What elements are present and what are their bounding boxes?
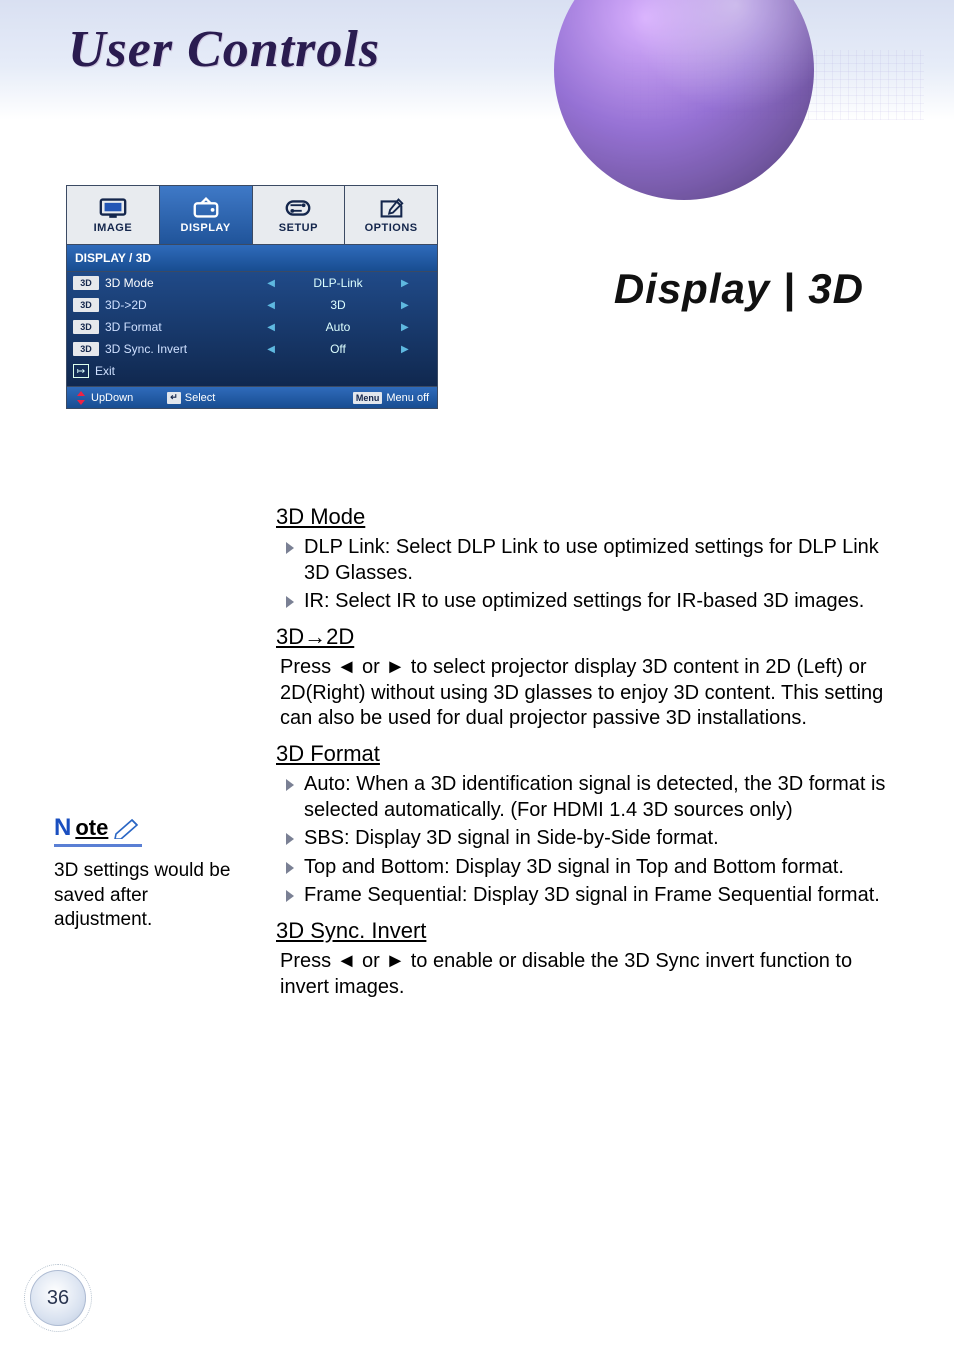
note-heading: Note — [54, 814, 142, 847]
osd-row-label: 3D Mode — [105, 276, 245, 290]
right-arrow-icon[interactable]: ▶ — [401, 322, 409, 333]
list-item: Frame Sequential: Display 3D signal in F… — [286, 883, 888, 909]
footer-updown-label: UpDown — [91, 392, 133, 404]
enter-key-icon: ↵ — [167, 392, 181, 404]
tag-3d-icon: 3D — [73, 276, 99, 290]
document-body: 3D Mode DLP Link: Select DLP Link to use… — [258, 495, 888, 1008]
osd-tab-label: IMAGE — [94, 222, 133, 234]
tag-3d-icon: 3D — [73, 320, 99, 334]
osd-tab-label: DISPLAY — [181, 222, 231, 234]
osd-row-3d-2d[interactable]: 3D 3D->2D ◀ 3D ▶ — [67, 294, 437, 316]
osd-breadcrumb: DISPLAY / 3D — [66, 245, 438, 272]
list-item: Auto: When a 3D identification signal is… — [286, 772, 888, 823]
osd-tab-display[interactable]: DISPLAY — [160, 186, 253, 244]
tag-3d-icon: 3D — [73, 298, 99, 312]
osd-row-label: Exit — [95, 364, 235, 378]
heading-3d-to-2d: 3D→2D — [276, 623, 888, 651]
menu-key-icon: Menu — [353, 392, 383, 404]
section-title: Display | 3D — [614, 265, 864, 313]
osd-footer: UpDown ↵ Select Menu Menu off — [66, 387, 438, 409]
osd-row-value: 3D — [303, 298, 373, 312]
osd-row-3d-format[interactable]: 3D 3D Format ◀ Auto ▶ — [67, 316, 437, 338]
note-body-text: 3D settings would be saved after adjustm… — [54, 859, 234, 933]
note-sidebar: Note 3D settings would be saved after ad… — [54, 814, 234, 933]
heading-3d-format: 3D Format — [276, 740, 888, 768]
osd-row-3d-sync-invert[interactable]: 3D 3D Sync. Invert ◀ Off ▶ — [67, 338, 437, 360]
list-item: SBS: Display 3D signal in Side-by-Side f… — [286, 826, 888, 852]
osd-row-value: Auto — [303, 320, 373, 334]
updown-icon — [75, 392, 87, 404]
list-item: DLP Link: Select DLP Link to use optimiz… — [286, 535, 888, 586]
list-item: IR: Select IR to use optimized settings … — [286, 589, 888, 615]
footer-select-label: Select — [185, 392, 216, 404]
list-item: Top and Bottom: Display 3D signal in Top… — [286, 855, 888, 881]
osd-row-exit[interactable]: ↦ Exit — [67, 360, 437, 382]
left-arrow-icon[interactable]: ◀ — [267, 344, 275, 355]
osd-tab-bar: IMAGE DISPLAY SETUP OPTIONS — [66, 185, 438, 245]
osd-tab-setup[interactable]: SETUP — [253, 186, 346, 244]
notepad-icon — [376, 196, 406, 220]
osd-tab-image[interactable]: IMAGE — [67, 186, 160, 244]
note-letters-ote: ote — [75, 815, 108, 841]
osd-row-label: 3D Sync. Invert — [105, 342, 245, 356]
left-arrow-icon[interactable]: ◀ — [267, 300, 275, 311]
osd-tab-label: OPTIONS — [365, 222, 418, 234]
note-letter-n: N — [54, 814, 71, 842]
page-number-badge: 36 — [30, 1270, 86, 1326]
osd-row-value: DLP-Link — [303, 276, 373, 290]
tv-icon — [191, 196, 221, 220]
right-arrow-icon[interactable]: ▶ — [401, 300, 409, 311]
tag-3d-icon: 3D — [73, 342, 99, 356]
right-arrow-icon[interactable]: ▶ — [401, 278, 409, 289]
osd-row-label: 3D Format — [105, 320, 245, 334]
pencil-icon — [112, 817, 142, 839]
footer-menuoff-label: Menu off — [386, 392, 429, 404]
left-arrow-icon[interactable]: ◀ — [267, 322, 275, 333]
page-number: 36 — [47, 1287, 69, 1310]
heading-3d-sync-invert: 3D Sync. Invert — [276, 917, 888, 945]
paragraph: Press ◄ or ► to enable or disable the 3D… — [280, 949, 888, 1000]
osd-row-3d-mode[interactable]: 3D 3D Mode ◀ DLP-Link ▶ — [67, 272, 437, 294]
paragraph: Press ◄ or ► to select projector display… — [280, 655, 888, 732]
left-arrow-icon[interactable]: ◀ — [267, 278, 275, 289]
right-arrow-icon[interactable]: ▶ — [401, 344, 409, 355]
osd-row-value: Off — [303, 342, 373, 356]
chapter-title: User Controls — [0, 0, 380, 79]
sliders-icon — [283, 196, 313, 220]
osd-menu: IMAGE DISPLAY SETUP OPTIONS DISPLAY / 3D… — [66, 185, 438, 409]
exit-icon: ↦ — [73, 364, 89, 378]
heading-3d-mode: 3D Mode — [276, 503, 888, 531]
osd-tab-options[interactable]: OPTIONS — [345, 186, 437, 244]
osd-row-label: 3D->2D — [105, 298, 245, 312]
page-header-banner: User Controls — [0, 0, 954, 120]
monitor-icon — [98, 196, 128, 220]
osd-tab-label: SETUP — [279, 222, 318, 234]
osd-body: 3D 3D Mode ◀ DLP-Link ▶ 3D 3D->2D ◀ 3D ▶… — [66, 272, 438, 387]
